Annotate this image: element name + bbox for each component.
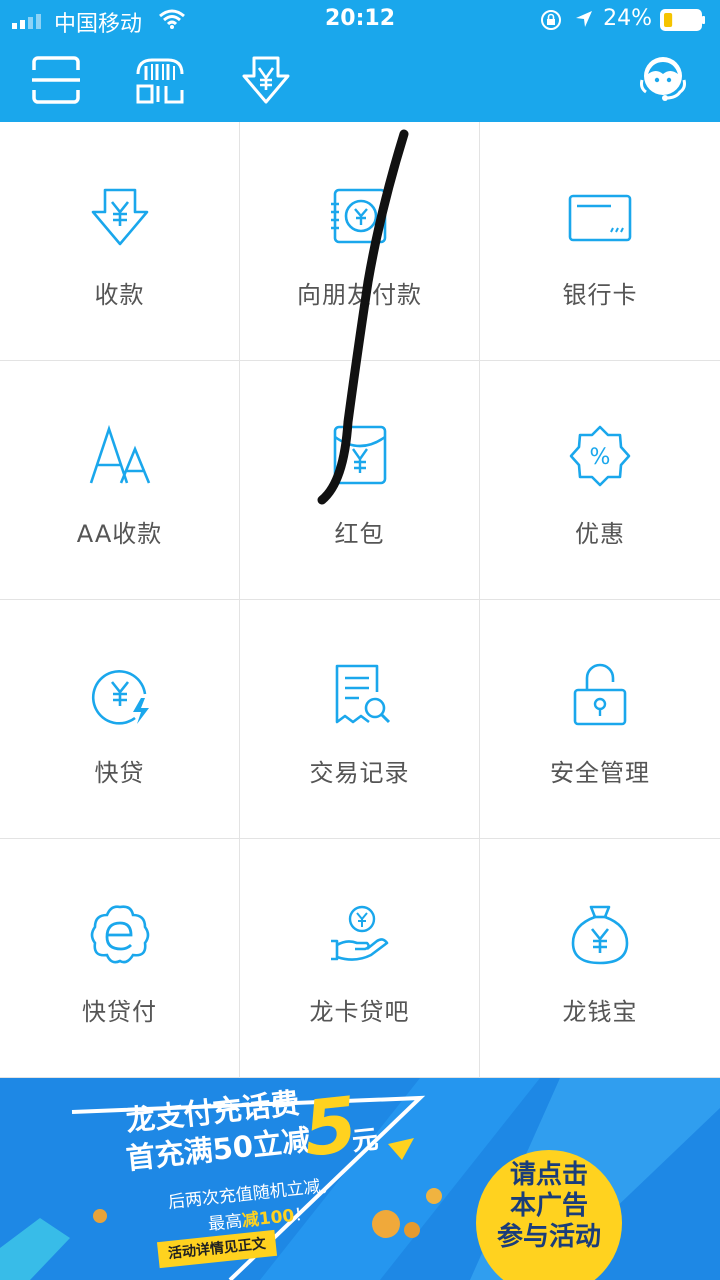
function-grid: 收款 向朋友付款 银行卡 AA收款 红包 % 优惠 快贷 交易记录 安全管理 快… xyxy=(0,122,720,1078)
receive-money-icon xyxy=(91,188,149,246)
transaction-record-icon xyxy=(335,664,391,724)
grid-item-label: AA收款 xyxy=(76,520,163,548)
grid-item-quick-loan[interactable]: 快贷 xyxy=(0,600,240,839)
banner-sub2-prefix: 最高 xyxy=(207,1211,244,1235)
svg-text:%: % xyxy=(590,445,611,470)
grid-item-label: 向朋友付款 xyxy=(297,281,422,309)
top-bar: 中国移动 20:12 24% xyxy=(0,0,720,122)
grid-item-red-packet[interactable]: 红包 xyxy=(240,361,480,600)
security-lock-icon xyxy=(573,663,627,726)
card-loan-icon xyxy=(331,905,389,961)
grid-item-label: 龙卡贷吧 xyxy=(309,998,410,1026)
grid-item-discount[interactable]: % 优惠 xyxy=(480,361,720,600)
grid-item-bank-card[interactable]: 银行卡 xyxy=(480,122,720,361)
receive-money-icon[interactable] xyxy=(240,54,292,106)
grid-item-money-bag[interactable]: 龙钱宝 xyxy=(480,839,720,1078)
pay-friend-icon xyxy=(331,188,387,244)
grid-item-transaction-record[interactable]: 交易记录 xyxy=(240,600,480,839)
grid-item-label: 优惠 xyxy=(575,520,625,548)
grid-item-label: 收款 xyxy=(94,281,145,309)
cta-line2: 本广告 xyxy=(509,1191,588,1221)
grid-item-label: 交易记录 xyxy=(309,759,410,787)
cta-line1: 请点击 xyxy=(509,1160,588,1190)
grid-item-label: 龙钱宝 xyxy=(562,998,638,1026)
customer-service-icon[interactable] xyxy=(636,52,690,106)
banner-sub2-suffix: ！ xyxy=(293,1204,313,1226)
battery-icon xyxy=(660,9,705,31)
aa-collect-icon xyxy=(89,424,151,484)
barcode-pay-icon[interactable] xyxy=(134,54,186,106)
grid-item-pay-friend[interactable]: 向朋友付款 xyxy=(240,122,480,361)
grid-item-label: 安全管理 xyxy=(550,759,650,787)
cta-line3: 参与活动 xyxy=(496,1222,601,1252)
grid-item-card-loan[interactable]: 龙卡贷吧 xyxy=(240,839,480,1078)
quick-loan-pay-icon xyxy=(90,905,150,964)
promo-banner[interactable]: 龙支付充话费 首充满50立减 5 元 后两次充值随机立减， 最高减100！ 活动… xyxy=(0,1078,720,1280)
battery-percent: 24% xyxy=(603,6,652,31)
grid-item-receive-money[interactable]: 收款 xyxy=(0,122,240,361)
bank-card-icon xyxy=(568,194,632,242)
rotation-lock-icon xyxy=(541,10,561,30)
discount-icon: % xyxy=(569,425,631,487)
grid-item-label: 快贷 xyxy=(94,759,145,787)
quick-loan-icon xyxy=(91,670,149,725)
grid-item-security[interactable]: 安全管理 xyxy=(480,600,720,839)
scan-icon[interactable] xyxy=(30,54,82,106)
grid-item-label: 银行卡 xyxy=(562,281,638,309)
money-bag-icon xyxy=(571,905,629,965)
location-icon xyxy=(576,11,592,27)
grid-item-quick-loan-pay[interactable]: 快贷付 xyxy=(0,839,240,1078)
grid-item-aa-collect[interactable]: AA收款 xyxy=(0,361,240,600)
grid-item-label: 快贷付 xyxy=(82,998,157,1026)
banner-unit: 元 xyxy=(350,1124,380,1158)
status-bar: 中国移动 20:12 24% xyxy=(0,0,720,40)
grid-item-label: 红包 xyxy=(334,520,385,548)
banner-cta-button[interactable]: 请点击 本广告 参与活动 xyxy=(476,1150,622,1280)
red-packet-icon xyxy=(333,425,387,485)
